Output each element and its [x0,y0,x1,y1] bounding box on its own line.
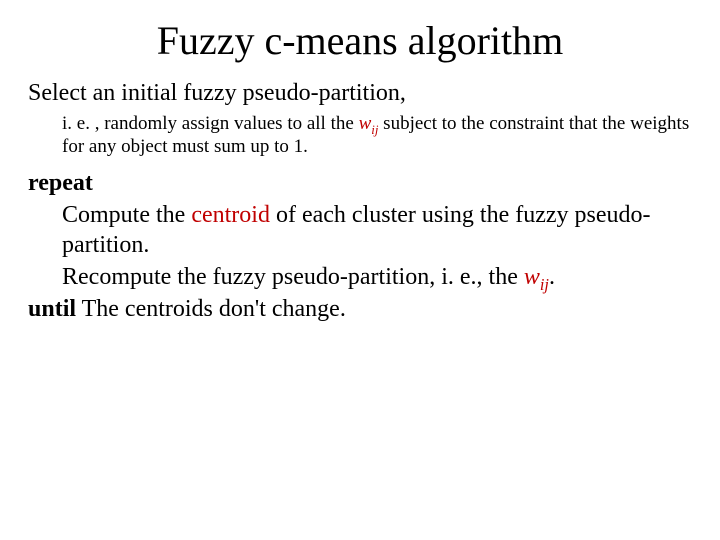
var-w-2: w [524,264,540,290]
slide-title: Fuzzy c-means algorithm [28,18,692,64]
detail-text-a: i. e. , randomly assign values to all th… [62,113,359,134]
step2-text-a: Recompute the fuzzy pseudo-partition, i.… [62,264,524,290]
var-w: w [359,113,372,134]
until-text: The centroids don't change. [76,296,346,322]
step1-text-a: Compute the [62,202,191,228]
select-detail: i. e. , randomly assign values to all th… [62,112,692,158]
keyword-until: until [28,296,76,322]
slide: Fuzzy c-means algorithm Select an initia… [0,0,720,540]
repeat-line: repeat [28,168,692,198]
step-recompute: Recompute the fuzzy pseudo-partition, i.… [62,262,692,292]
var-ij-2: ij [540,275,549,294]
step2-text-b: . [549,264,555,290]
step-compute-centroid: Compute the centroid of each cluster usi… [62,200,692,260]
until-line: until The centroids don't change. [28,294,692,324]
term-centroid: centroid [191,202,270,228]
keyword-repeat: repeat [28,170,93,196]
select-line: Select an initial fuzzy pseudo-partition… [28,78,692,108]
